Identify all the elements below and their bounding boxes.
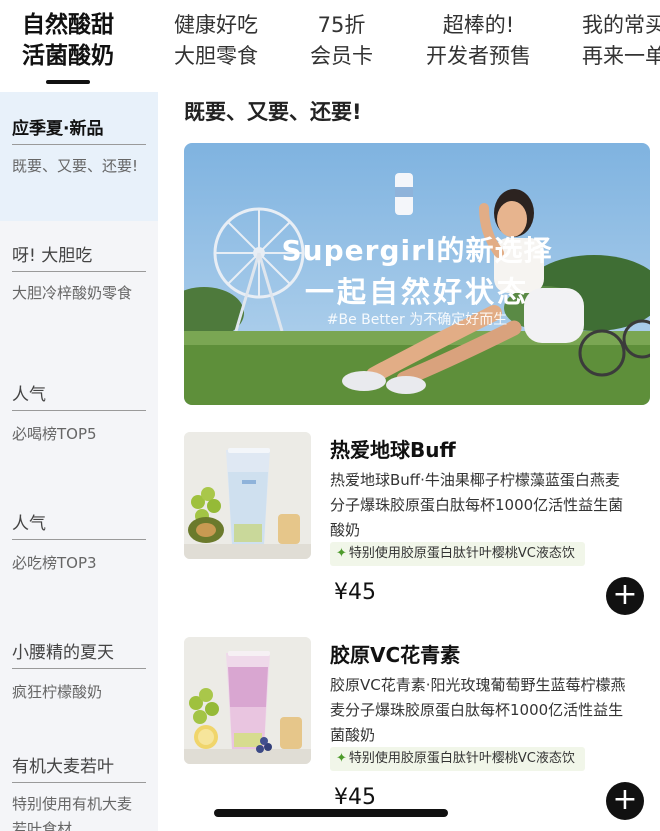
sidebar-item-desc: 必吃榜TOP3 (12, 554, 97, 572)
banner-headline-2: 一起自然好状态 (304, 275, 529, 309)
product-card[interactable]: 热爱地球Buff 热爱地球Buff·牛油果椰子柠檬藻蓝蛋白燕麦分子爆珠胶原蛋白肽… (184, 432, 650, 615)
tab-label-line1: 我的常买 (582, 13, 660, 37)
product-name: 热爱地球Buff (330, 438, 456, 462)
product-name: 胶原VC花青素 (330, 643, 461, 667)
sidebar-item-desc: 特别使用有机大麦若叶食材 (12, 795, 133, 831)
sidebar-item-top3[interactable]: 人气 必吃榜TOP3 (0, 479, 158, 608)
divider (12, 668, 146, 669)
sidebar-item-desc: 既要、又要、还要! (12, 157, 139, 175)
sidebar-item-top5[interactable]: 人气 必喝榜TOP5 (0, 350, 158, 479)
product-price: ¥45 (334, 580, 376, 605)
add-to-cart-button[interactable]: + (606, 577, 644, 615)
product-image (184, 637, 311, 764)
product-description: 热爱地球Buff·牛油果椰子柠檬藻蓝蛋白燕麦分子爆珠胶原蛋白肽每杯1000亿活性… (330, 471, 624, 539)
app-screen: 自然酸甜 活菌酸奶 健康好吃 大胆零食 75折 会员卡 超棒的! 开发者预售 我… (0, 0, 660, 831)
product-card[interactable]: 胶原VC花青素 胶原VC花青素·阳光玫瑰葡萄野生蓝莓柠檬燕麦分子爆珠胶原蛋白肽每… (184, 637, 650, 820)
add-to-cart-button[interactable]: + (606, 782, 644, 820)
divider (12, 271, 146, 272)
sidebar-item-title: 呀! 大胆吃 (12, 246, 93, 266)
tab-member-card[interactable]: 75折 会员卡 (310, 10, 373, 72)
tab-label-line2: 活菌酸奶 (22, 43, 114, 69)
divider (12, 410, 146, 411)
tab-developer-presale[interactable]: 超棒的! 开发者预售 (426, 10, 531, 72)
plus-icon: + (612, 577, 638, 612)
plus-icon: + (612, 782, 638, 817)
section-title: 既要、又要、还要! (184, 100, 362, 124)
tab-yogurt[interactable]: 自然酸甜 活菌酸奶 (22, 10, 114, 84)
banner-hashtag: #Be Better 为不确定好而生 (326, 312, 508, 328)
tab-snacks[interactable]: 健康好吃 大胆零食 (174, 10, 258, 72)
leaf-icon: ✦ (336, 751, 347, 766)
tab-reorder[interactable]: 我的常买 再来一单 (582, 10, 660, 72)
product-tag-text: 特别使用胶原蛋白肽针叶樱桃VC液态饮 (348, 751, 575, 766)
product-description: 胶原VC花青素·阳光玫瑰葡萄野生蓝莓柠檬燕麦分子爆珠胶原蛋白肽每杯1000亿活性… (330, 676, 626, 744)
sidebar-item-summer-lemon[interactable]: 小腰精的夏天 疯狂柠檬酸奶 (0, 608, 158, 724)
sidebar-item-title: 小腰精的夏天 (12, 643, 114, 663)
tab-label-line1: 自然酸甜 (22, 12, 114, 38)
category-tabs: 自然酸甜 活菌酸奶 健康好吃 大胆零食 75折 会员卡 超棒的! 开发者预售 我… (0, 0, 660, 92)
tab-label-line1: 超棒的! (442, 13, 515, 37)
product-tag: ✦ 特别使用胶原蛋白肽针叶樱桃VC液态饮 (330, 542, 585, 566)
sidebar: 应季夏·新品 既要、又要、还要! 呀! 大胆吃 大胆冷梓酸奶零食 人气 必喝榜T… (0, 92, 158, 831)
divider (12, 539, 146, 540)
product-tag-text: 特别使用胶原蛋白肽针叶樱桃VC液态饮 (348, 546, 575, 561)
sidebar-item-title: 人气 (12, 514, 46, 534)
tab-label-line2: 会员卡 (310, 44, 373, 68)
sidebar-item-barley-grass[interactable]: 有机大麦若叶 特别使用有机大麦若叶食材 (0, 724, 158, 831)
sidebar-item-desc: 疯狂柠檬酸奶 (12, 683, 103, 701)
home-indicator[interactable] (214, 809, 448, 817)
sidebar-item-desc: 大胆冷梓酸奶零食 (12, 284, 133, 302)
tab-label-line1: 健康好吃 (174, 13, 258, 37)
sidebar-item-title: 应季夏·新品 (12, 119, 104, 139)
sidebar-item-desc: 必喝榜TOP5 (12, 425, 97, 443)
banner-headline: Supergirl的新选择 (281, 234, 553, 267)
sidebar-item-title: 人气 (12, 385, 46, 405)
promo-banner[interactable]: Supergirl的新选择 一起自然好状态 #Be Better 为不确定好而生 (184, 143, 650, 405)
tab-label-line2: 再来一单 (582, 44, 660, 68)
product-image (184, 432, 311, 559)
sidebar-item-title: 有机大麦若叶 (12, 757, 114, 777)
tab-label-line2: 大胆零食 (174, 44, 258, 68)
leaf-icon: ✦ (336, 546, 347, 561)
active-tab-indicator (46, 80, 90, 84)
tab-label-line2: 开发者预售 (426, 44, 531, 68)
divider (12, 782, 146, 783)
product-price: ¥45 (334, 785, 376, 810)
divider (12, 144, 146, 145)
product-tag: ✦ 特别使用胶原蛋白肽针叶樱桃VC液态饮 (330, 747, 585, 771)
sidebar-item-summer-new[interactable]: 应季夏·新品 既要、又要、还要! (0, 92, 158, 221)
tab-label-line1: 75折 (317, 13, 366, 37)
sidebar-item-bold-eat[interactable]: 呀! 大胆吃 大胆冷梓酸奶零食 (0, 221, 158, 350)
